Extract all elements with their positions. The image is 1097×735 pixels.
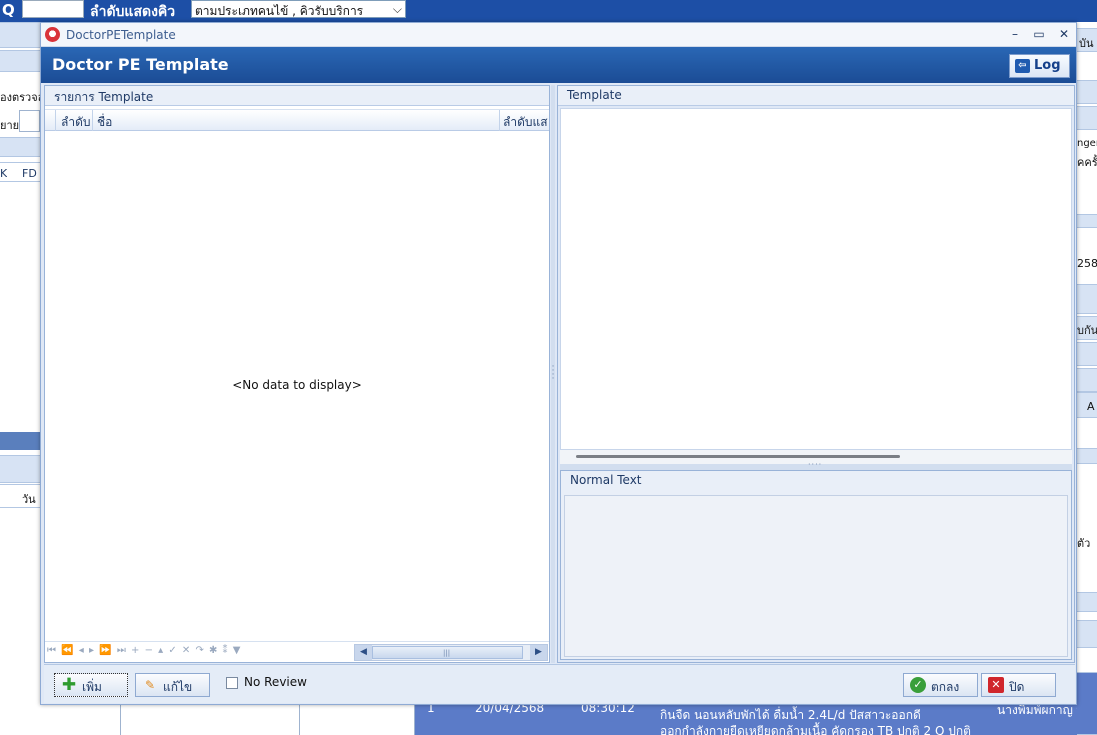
bg-right-block: [1077, 106, 1097, 130]
bg-right-text: nger: [1077, 138, 1097, 149]
background-topbar: Q ลำดับแสดงคิว ตามประเภทคนไข้ , คิวรับบร…: [0, 0, 1097, 22]
bg-left-strip: [0, 455, 40, 483]
background-left-panel: องตรวจล ยาย K FD วัน: [0, 22, 44, 735]
column-display-order[interactable]: ลำดับแส: [503, 113, 549, 132]
navigator-buttons[interactable]: ⏮ ⏪ ◂ ▸ ⏩ ⏭ + − ▴ ✓ ✕ ↷ ✱ ⁑ ▼: [47, 645, 241, 656]
bg-right-block: [1077, 592, 1097, 612]
close-window-button[interactable]: ✕: [1055, 25, 1073, 43]
bg-left-text: องตรวจล: [0, 91, 45, 104]
window-titlebar: DoctorPETemplate – ▭ ✕: [41, 23, 1076, 47]
bg-left-text: ยาย: [0, 119, 20, 132]
bg-right-block: [1077, 672, 1097, 735]
dialog-header: Doctor PE Template ⇦ Log: [41, 47, 1076, 83]
bg-right-block: [1077, 368, 1097, 392]
vertical-splitter[interactable]: · · · ·: [551, 85, 555, 663]
minimize-button[interactable]: –: [1006, 25, 1024, 43]
bg-right-block: [1077, 284, 1097, 314]
queue-input[interactable]: [22, 0, 84, 18]
grid-header: ลำดับ ชื่อ ลำดับแส: [45, 109, 549, 131]
pencil-icon: ✎: [144, 678, 156, 692]
no-review-label[interactable]: No Review: [244, 675, 307, 689]
bg-right-text: ตัว: [1077, 537, 1091, 550]
bg-left-strip: [0, 162, 40, 182]
bg-left-strip: [0, 50, 40, 72]
column-name[interactable]: ชื่อ: [97, 113, 497, 132]
no-review-checkbox[interactable]: [226, 677, 238, 689]
bg-right-block: [1077, 80, 1097, 104]
scroll-right-icon[interactable]: ▶: [530, 645, 547, 660]
doctor-pe-template-dialog: DoctorPETemplate – ▭ ✕ Doctor PE Templat…: [40, 22, 1077, 705]
add-label: เพิ่ม: [82, 680, 102, 694]
close-button[interactable]: ✕ ปิด: [981, 673, 1056, 697]
bg-right-block: [1077, 214, 1097, 228]
chevron-down-icon: ⌵: [392, 2, 402, 16]
bg-right-text: 258: [1077, 257, 1097, 270]
bg-right-text: บกัน: [1077, 324, 1097, 337]
bg-right-text: บัน: [1079, 37, 1094, 50]
bg-right-text: A: [1087, 400, 1095, 413]
bg-left-bar: [0, 432, 40, 450]
splitter-grip-icon: ····: [551, 362, 555, 384]
check-icon: ✓: [910, 677, 926, 693]
order-select[interactable]: ตามประเภทคนไข้ , คิวรับบริการ ⌵: [191, 0, 406, 18]
scroll-left-icon[interactable]: ◀: [355, 645, 372, 660]
column-separator: [92, 110, 93, 131]
log-label: Log: [1034, 58, 1061, 73]
bg-bottom-cell: [300, 705, 415, 735]
bg-right-block: [1077, 448, 1097, 464]
edit-button[interactable]: ✎ แก้ไข: [135, 673, 210, 697]
column-separator: [499, 110, 500, 131]
template-scroll-thumb[interactable]: [576, 455, 900, 458]
maximize-button[interactable]: ▭: [1030, 25, 1048, 43]
dialog-footer: ✚ เพิ่ม ✎ แก้ไข No Review ✓ ตกลง ✕ ปิด: [44, 664, 1075, 703]
background-selected-row[interactable]: 1 20/04/2568 08:30:12 กินจืด นอนหลับพักไ…: [415, 701, 1077, 735]
bg-left-strip: [0, 137, 40, 157]
queue-label: Q: [2, 1, 15, 19]
edit-label: แก้ไข: [163, 680, 193, 694]
horizontal-scrollbar[interactable]: ◀ ||| ▶: [354, 644, 548, 661]
add-button[interactable]: ✚ เพิ่ม: [54, 673, 128, 697]
grid-navigator: ⏮ ⏪ ◂ ▸ ⏩ ⏭ + − ▴ ✓ ✕ ↷ ✱ ⁑ ▼ ◀ ||| ▶: [45, 641, 549, 662]
column-order[interactable]: ลำดับ: [61, 113, 95, 132]
ok-label: ตกลง: [931, 680, 960, 694]
page-title: Doctor PE Template: [52, 55, 229, 74]
normal-text-editor[interactable]: [564, 495, 1068, 657]
app-logo-icon: [45, 27, 60, 42]
bg-right-block: [1077, 620, 1097, 648]
log-button[interactable]: ⇦ Log: [1009, 54, 1070, 78]
normal-text-group: Normal Text: [560, 470, 1072, 660]
template-panel: Template ···· Normal Text: [557, 85, 1075, 663]
order-select-value: ตามประเภทคนไข้ , คิวรับบริการ: [195, 4, 364, 18]
row-indicator-header: [45, 110, 56, 131]
bg-bottom-cell: [120, 705, 300, 735]
template-caption: Template: [558, 86, 1074, 106]
background-right-panel: บัน nger คครั้ 258 บกัน A ตัว: [1077, 22, 1097, 735]
splitter-grip-icon: ····: [808, 460, 823, 469]
template-list-caption: รายการ Template: [45, 86, 549, 106]
close-icon: ✕: [988, 677, 1004, 693]
row-note-line2: ออกกำลังกายยืดเหยียดกล้ามเนื้อ คัดกรอง T…: [660, 724, 971, 735]
close-label: ปิด: [1009, 680, 1025, 694]
ok-button[interactable]: ✓ ตกลง: [903, 673, 978, 697]
normal-text-caption: Normal Text: [561, 471, 1071, 491]
plus-icon: ✚: [61, 675, 77, 695]
template-list-panel: รายการ Template ลำดับ ชื่อ ลำดับแส <No d…: [44, 85, 550, 663]
grip-icon: |||: [443, 649, 451, 657]
window-title: DoctorPETemplate: [66, 28, 176, 42]
bg-right-text: คครั้: [1077, 156, 1097, 169]
bg-right-block: [1077, 342, 1097, 366]
log-icon: ⇦: [1015, 59, 1030, 73]
scroll-thumb[interactable]: |||: [372, 646, 523, 659]
order-label: ลำดับแสดงคิว: [90, 4, 176, 20]
bg-left-strip: [0, 22, 40, 48]
bg-left-input[interactable]: [19, 110, 40, 132]
template-editor[interactable]: [560, 108, 1072, 450]
bg-left-strip: [0, 484, 40, 508]
empty-grid-message: <No data to display>: [232, 378, 362, 392]
